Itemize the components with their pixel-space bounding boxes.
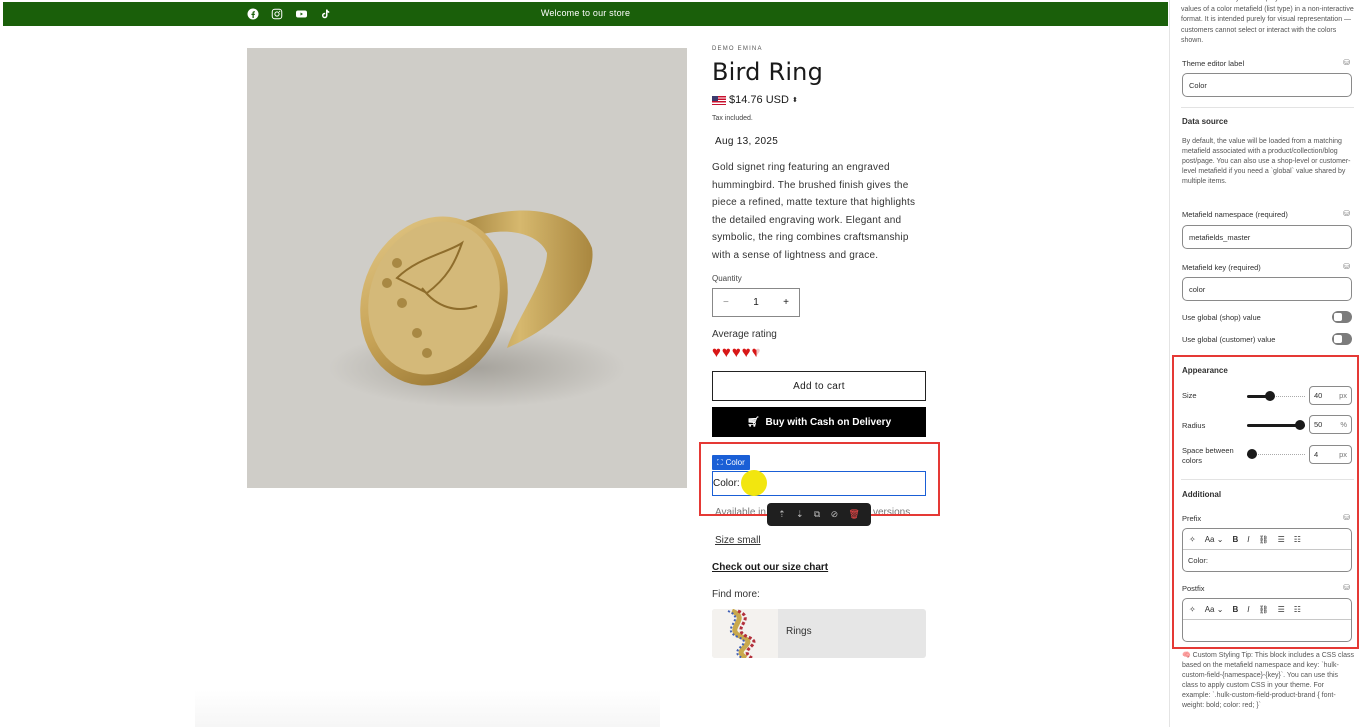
size-small-link[interactable]: Size small [715, 535, 761, 546]
collection-card-label: Rings [786, 626, 812, 637]
price-currency-selector[interactable]: $14.76 USD ⬍ [712, 94, 927, 106]
rings-thumbnail [712, 609, 778, 658]
move-down-icon[interactable]: ⇣ [796, 509, 804, 520]
product-vendor: DEMO EMINA [712, 46, 763, 52]
divider [1181, 107, 1354, 108]
key-input[interactable]: color [1182, 277, 1352, 301]
block-description: This block allows you to display colors … [1181, 0, 1354, 44]
heart-icon: ♥ [731, 344, 741, 361]
half-heart-icon: ♥ [751, 344, 761, 361]
block-toolbar: ⇡ ⇣ ⧉ ⊘ 🗑︎ [767, 503, 871, 526]
rating-label: Average rating [712, 329, 777, 340]
quantity-stepper: − 1 + [712, 288, 800, 317]
find-more-label: Find more: [712, 589, 760, 600]
custom-styling-tip: 🧠 Custom Styling Tip: This block include… [1182, 652, 1354, 709]
storefront-preview: Welcome to our store DEMO EMINA Bird Rin… [0, 0, 1170, 727]
cart-icon: 🛒︎ [746, 416, 760, 428]
product-info: DEMO EMINA Bird Ring $14.76 USD ⬍ Tax in… [712, 46, 927, 437]
quantity-plus-button[interactable]: + [783, 297, 789, 308]
delete-icon[interactable]: 🗑︎ [848, 509, 859, 520]
quantity-minus-button[interactable]: − [723, 297, 729, 308]
add-to-cart-button[interactable]: Add to cart [712, 371, 926, 401]
hide-icon[interactable]: ⊘ [831, 509, 839, 520]
global-customer-label: Use global (customer) value [1182, 335, 1276, 344]
database-icon[interactable]: ⛁ [1343, 209, 1350, 218]
collection-card-rings[interactable]: Rings [712, 609, 926, 658]
size-chart-link[interactable]: Check out our size chart [712, 562, 828, 573]
database-icon[interactable]: ⛁ [1343, 58, 1350, 67]
product-date: Aug 13, 2025 [715, 136, 779, 147]
highlight-annotation [1172, 355, 1359, 649]
page-fade [195, 690, 660, 727]
product-title: Bird Ring [712, 58, 824, 86]
quantity-input[interactable]: 1 [753, 297, 759, 308]
tax-note: Tax included. [712, 115, 753, 122]
sort-arrows-icon: ⬍ [791, 97, 798, 104]
global-customer-toggle[interactable] [1332, 333, 1352, 345]
product-price: $14.76 USD [729, 94, 789, 106]
database-icon[interactable]: ⛁ [1343, 262, 1350, 271]
product-description: Gold signet ring featuring an engraved h… [712, 162, 916, 261]
heart-icon: ♥ [741, 344, 751, 361]
data-source-title: Data source [1182, 117, 1228, 126]
duplicate-icon[interactable]: ⧉ [814, 509, 820, 520]
heart-icon: ♥ [712, 344, 721, 361]
rating-hearts: ♥ ♥ ♥ ♥ ♥ [712, 344, 927, 361]
theme-editor-label-input[interactable]: Color [1182, 73, 1352, 97]
namespace-label: Metafield namespace (required) [1182, 210, 1288, 219]
global-shop-label: Use global (shop) value [1182, 313, 1261, 322]
heart-icon: ♥ [721, 344, 731, 361]
buy-cash-label: Buy with Cash on Delivery [765, 416, 892, 428]
key-label: Metafield key (required) [1182, 263, 1261, 272]
namespace-input[interactable]: metafields_master [1182, 225, 1352, 249]
move-up-icon[interactable]: ⇡ [778, 509, 786, 520]
theme-editor: Welcome to our store DEMO EMINA Bird Rin… [0, 0, 1366, 727]
data-source-help: By default, the value will be loaded fro… [1182, 138, 1351, 185]
theme-editor-label-title: Theme editor label [1182, 59, 1245, 68]
product-image[interactable] [247, 48, 687, 488]
us-flag-icon [712, 95, 726, 105]
announcement-bar: Welcome to our store [3, 2, 1168, 26]
buy-cash-on-delivery-button[interactable]: 🛒︎ Buy with Cash on Delivery [712, 407, 926, 437]
ring-illustration [360, 210, 593, 386]
global-shop-toggle[interactable] [1332, 311, 1352, 323]
announcement-message: Welcome to our store [540, 8, 631, 18]
quantity-label: Quantity [712, 274, 742, 283]
